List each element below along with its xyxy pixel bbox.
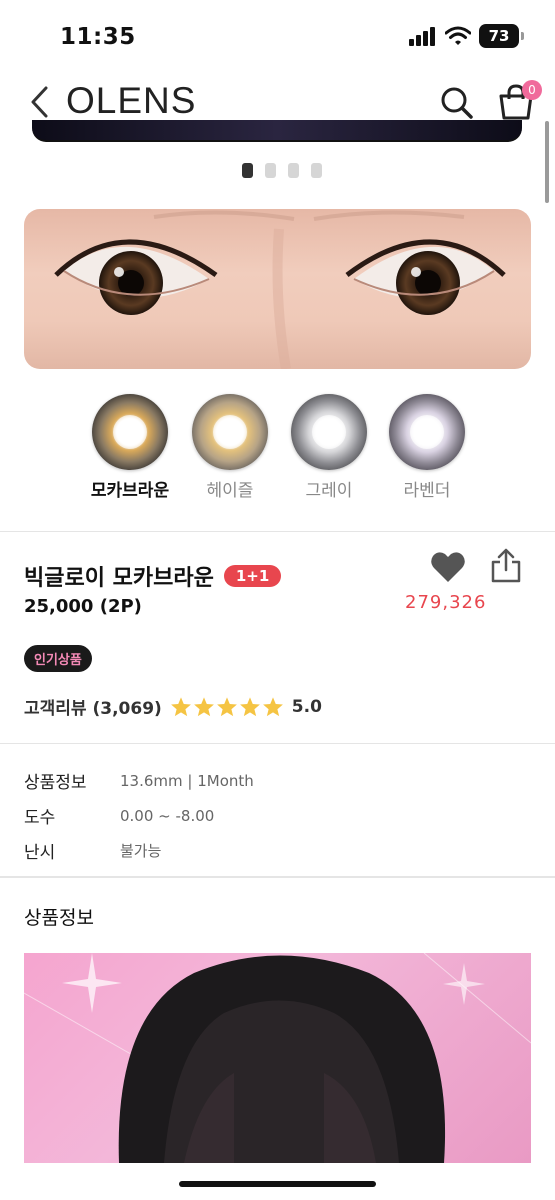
- lens-swatch: [92, 394, 168, 470]
- heart-icon: [431, 552, 465, 582]
- section-divider: [0, 743, 555, 744]
- status-icons: 73: [409, 24, 524, 48]
- home-indicator[interactable]: [179, 1181, 376, 1187]
- color-options: 모카브라운 헤이즐 그레이 라벤더: [0, 394, 555, 506]
- star-icon: [239, 696, 260, 716]
- wifi-icon: [445, 26, 471, 45]
- cart-count-badge: 0: [522, 80, 542, 100]
- gallery-pager: [0, 163, 555, 178]
- rating-value: 5.0: [291, 696, 322, 717]
- share-button[interactable]: [488, 548, 524, 584]
- spec-key: 상품정보: [24, 773, 87, 793]
- back-button[interactable]: [22, 84, 58, 120]
- popular-badge: 인기상품: [24, 645, 92, 672]
- spec-value: 0.00 ~ -8.00: [120, 806, 215, 825]
- product-detail-photo: [24, 953, 531, 1163]
- color-label: 모카브라운: [90, 481, 170, 501]
- like-button[interactable]: [430, 550, 466, 584]
- spec-key: 난시: [24, 843, 56, 863]
- signal-icon: [409, 27, 435, 46]
- color-option-lavender[interactable]: 라벤더: [377, 394, 477, 501]
- pager-dot[interactable]: [264, 163, 276, 178]
- pager-dot[interactable]: [310, 163, 322, 178]
- banner-image: [32, 120, 522, 142]
- search-icon: [441, 87, 473, 119]
- pager-dot[interactable]: [287, 163, 299, 178]
- color-option-hazel[interactable]: 헤이즐: [180, 394, 280, 501]
- scroll-indicator[interactable]: [545, 121, 549, 203]
- section-divider: [0, 531, 555, 532]
- star-icon: [170, 696, 191, 716]
- color-option-gray[interactable]: 그레이: [279, 394, 379, 501]
- product-price: 25,000 (2P): [24, 596, 142, 617]
- eye-model-photo: [24, 209, 531, 369]
- pager-dot[interactable]: [241, 163, 253, 178]
- share-icon: [491, 548, 521, 583]
- chevron-left-icon: [31, 86, 48, 118]
- product-name: 빅글로이 모카브라운: [24, 566, 214, 591]
- star-icon: [262, 696, 283, 716]
- promo-badge: 1+1: [223, 565, 282, 587]
- lens-swatch: [389, 394, 465, 470]
- color-label: 헤이즐: [206, 481, 254, 501]
- lens-swatch: [192, 394, 268, 470]
- spec-value: 불가능: [120, 842, 162, 860]
- lens-swatch: [291, 394, 367, 470]
- spec-value: 13.6mm | 1Month: [120, 771, 254, 790]
- star-rating: [170, 696, 284, 718]
- cart-button[interactable]: 0: [496, 80, 542, 122]
- spec-row-product-info: 상품정보 13.6mm | 1Month: [24, 768, 254, 794]
- spec-key: 도수: [24, 808, 56, 828]
- color-label: 그레이: [305, 481, 353, 501]
- star-icon: [193, 696, 214, 716]
- spec-row-astigmatism: 난시 불가능: [24, 838, 161, 863]
- section-divider: [0, 876, 555, 878]
- color-label: 라벤더: [403, 481, 451, 501]
- status-time: 11:35: [60, 24, 136, 50]
- review-count: 고객리뷰 (3,069): [24, 699, 162, 719]
- spec-row-power: 도수 0.00 ~ -8.00: [24, 803, 215, 829]
- star-icon: [216, 696, 237, 716]
- search-button[interactable]: [438, 84, 476, 122]
- battery-indicator: 73: [479, 24, 524, 48]
- section-title: 상품정보: [24, 907, 94, 929]
- product-title-row: 빅글로이 모카브라운 1+1: [24, 560, 282, 592]
- brand-logo[interactable]: OLENS: [66, 80, 196, 122]
- color-option-mocha-brown[interactable]: 모카브라운: [80, 394, 180, 501]
- like-count: 279,326: [405, 592, 487, 613]
- review-summary[interactable]: 고객리뷰 (3,069) 5.0: [24, 694, 322, 720]
- status-bar: 11:35 73: [0, 0, 555, 70]
